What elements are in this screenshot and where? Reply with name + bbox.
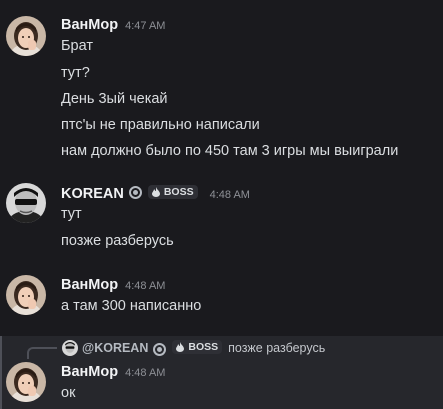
role-tag-label: BOSS	[163, 186, 194, 198]
message-header: KOREAN BOSS 4:48 AM	[61, 185, 250, 202]
message-text: а там 300 написанно	[61, 298, 202, 314]
chat-message-list: ВанМор 4:47 AM Брат тут? День 3ый чекай …	[0, 0, 443, 409]
role-tag[interactable]: BOSS	[147, 185, 198, 199]
username[interactable]: ВанМор	[61, 364, 118, 380]
reply-preview[interactable]: @KOREAN BOSS позже разберусь	[62, 340, 325, 356]
reply-arrow-icon	[27, 347, 57, 359]
timestamp[interactable]: 4:48 AM	[125, 367, 165, 379]
message-header: ВанМор 4:47 AM	[61, 17, 165, 33]
reply-avatar	[62, 340, 78, 356]
message-text: ок	[61, 385, 76, 401]
role-tag[interactable]: BOSS	[172, 340, 223, 354]
message-text: День 3ый чекай	[61, 91, 168, 107]
timestamp[interactable]: 4:48 AM	[125, 280, 165, 292]
username[interactable]: ВанМор	[61, 17, 118, 33]
flame-icon	[176, 342, 185, 352]
role-tag-label: BOSS	[188, 341, 219, 353]
reply-accent-bar	[0, 336, 2, 409]
reply-text: позже разберусь	[228, 341, 326, 355]
avatar-korean[interactable]	[6, 183, 46, 223]
message-text: птс'ы не правильно написали	[61, 117, 260, 133]
verified-badge-icon	[153, 342, 167, 356]
username[interactable]: KOREAN	[61, 186, 124, 202]
timestamp[interactable]: 4:48 AM	[210, 189, 250, 201]
flame-icon	[151, 187, 160, 197]
username[interactable]: ВанМор	[61, 277, 118, 293]
message-text: позже разберусь	[61, 233, 174, 249]
message-text: тут	[61, 206, 82, 222]
message-text: нам должно было по 450 там 3 игры мы выи…	[61, 143, 399, 159]
reply-mention[interactable]: @KOREAN	[82, 341, 148, 355]
avatar-vanmor[interactable]	[6, 275, 46, 315]
message-header: ВанМор 4:48 AM	[61, 277, 165, 293]
verified-badge-icon	[128, 186, 142, 199]
avatar-vanmor[interactable]	[6, 16, 46, 56]
timestamp[interactable]: 4:47 AM	[125, 20, 165, 32]
message-header: ВанМор 4:48 AM	[61, 364, 165, 380]
message-text: тут?	[61, 65, 90, 81]
message-text: Брат	[61, 38, 93, 54]
avatar-vanmor[interactable]	[6, 362, 46, 402]
